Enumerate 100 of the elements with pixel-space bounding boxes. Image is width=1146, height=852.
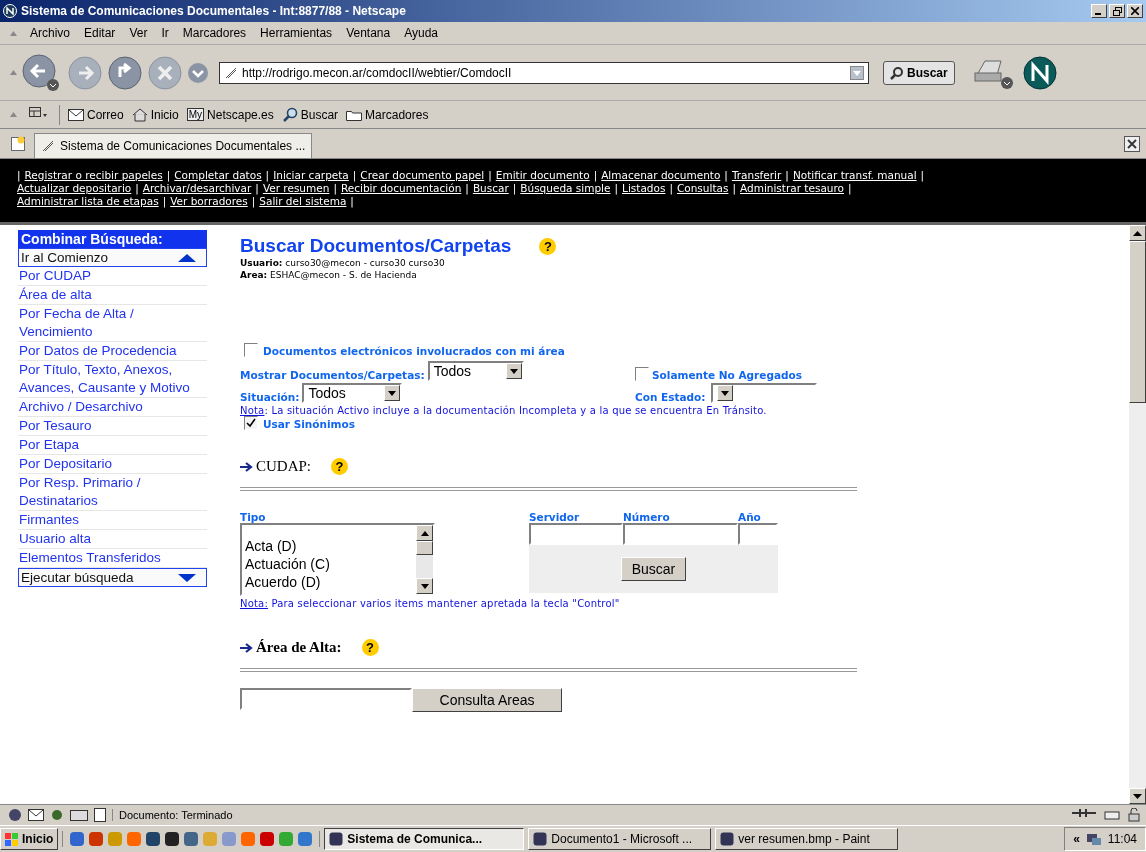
dropdown-icon[interactable] xyxy=(850,65,864,80)
help-icon[interactable]: ? xyxy=(361,639,379,656)
nav-link[interactable]: Iniciar carpeta xyxy=(273,169,349,181)
type-listbox[interactable]: Acta (D) Actuación (C) Acuerdo (D) xyxy=(240,523,435,596)
menu-item[interactable]: Editar xyxy=(83,26,117,40)
collapse-grip-icon[interactable] xyxy=(10,30,17,36)
taskbar-button[interactable]: Sistema de Comunica... xyxy=(324,828,525,850)
app-logo-icon xyxy=(3,4,17,18)
nav-link[interactable]: Consultas xyxy=(676,182,729,194)
start-button[interactable]: Inicio xyxy=(0,828,59,850)
minimize-button[interactable] xyxy=(1091,4,1107,18)
nav-link[interactable]: Salir del sistema xyxy=(259,195,347,207)
list-option[interactable]: Acuerdo (D) xyxy=(245,573,416,591)
nav-link[interactable]: Archivar/desarchivar xyxy=(142,182,252,194)
sidebar-link[interactable]: Por Datos de Procedencia xyxy=(18,342,207,361)
nav-link[interactable]: Completar datos xyxy=(174,169,262,181)
menu-item[interactable]: Herramientas xyxy=(259,26,334,40)
menu-item[interactable]: Ver xyxy=(128,26,149,40)
sidebar-link[interactable]: Por Título, Texto, Anexos, Avances, Causante y Motivo xyxy=(18,361,207,398)
close-tab-icon[interactable] xyxy=(1124,135,1140,152)
separator-text: | xyxy=(593,169,598,181)
history-dropdown-icon[interactable] xyxy=(187,61,209,84)
sidebar-link[interactable]: Por Tesauro xyxy=(18,417,207,436)
help-icon[interactable]: ? xyxy=(539,237,557,255)
execute-search-button[interactable]: Ejecutar búsqueda xyxy=(18,568,207,587)
scroll-down-icon[interactable] xyxy=(420,583,429,589)
bookmark-item[interactable]: Marcadores xyxy=(346,107,429,122)
nav-link[interactable]: Transferir xyxy=(731,169,782,181)
quick-launch-icon[interactable] xyxy=(164,831,181,847)
nav-link[interactable]: Actualizar depositario xyxy=(17,182,132,194)
list-option[interactable]: Acta (D) xyxy=(245,537,416,555)
menu-item[interactable]: Ayuda xyxy=(403,26,439,40)
scroll-thumb[interactable] xyxy=(416,541,433,555)
document-icon[interactable] xyxy=(94,808,106,822)
consult-areas-button[interactable]: Consulta Areas xyxy=(412,688,562,712)
close-button[interactable] xyxy=(1127,4,1143,18)
sidebar-link[interactable]: Por CUDAP xyxy=(18,267,207,286)
sidebar-link[interactable]: Usuario alta xyxy=(18,530,207,549)
search-button[interactable]: Buscar xyxy=(883,60,955,85)
show-dropdown[interactable]: Todos xyxy=(427,361,524,381)
collapse-grip-icon[interactable] xyxy=(10,70,17,75)
sidebar-link[interactable]: Por Depositario xyxy=(18,455,207,474)
menu-item[interactable]: Ir xyxy=(160,26,170,40)
sidebar-link[interactable]: Por Resp. Primario / Destinatarios xyxy=(18,474,207,511)
bookmark-item[interactable]: My Netscape.es xyxy=(186,107,274,122)
scroll-up-icon[interactable] xyxy=(1133,230,1142,236)
bookmark-item[interactable]: Correo xyxy=(68,107,124,122)
year-field[interactable] xyxy=(738,523,778,545)
nav-link[interactable]: Registrar o recibir papeles xyxy=(24,169,163,181)
separator-text: | xyxy=(848,182,852,194)
show-hidden-icons-button[interactable]: « xyxy=(1073,832,1080,846)
nav-link[interactable]: Listados xyxy=(622,182,666,194)
scroll-top-button[interactable]: Ir al Comienzo xyxy=(18,248,207,267)
menu-item[interactable]: Marcadores xyxy=(181,26,248,40)
page-scrollbar[interactable] xyxy=(1129,225,1146,804)
area-field[interactable] xyxy=(240,688,412,710)
menu-item[interactable]: Archivo xyxy=(29,26,71,40)
sidebar-link[interactable]: Por Fecha de Alta / Vencimiento xyxy=(18,305,207,342)
sidebar-link[interactable]: Firmantes xyxy=(18,511,207,530)
nav-link[interactable]: Buscar xyxy=(472,182,509,194)
nav-link[interactable]: Búsqueda simple xyxy=(520,182,611,194)
server-field[interactable] xyxy=(529,523,623,545)
browser-tab[interactable]: Sistema de Comunicaciones Documentales ... xyxy=(34,133,313,158)
page-title: Buscar Documentos/Carpetas xyxy=(240,235,512,257)
bookmark-item[interactable]: Buscar xyxy=(281,106,339,123)
listbox-scrollbar[interactable] xyxy=(416,525,433,594)
search-button[interactable]: Buscar xyxy=(620,557,687,581)
nav-link[interactable]: Administrar tesauro xyxy=(740,182,844,194)
scroll-down-icon[interactable] xyxy=(1133,793,1142,799)
number-field[interactable] xyxy=(623,523,738,545)
nav-link[interactable]: Notificar transf. manual xyxy=(792,169,917,181)
list-option[interactable]: Actuación (C) xyxy=(245,555,416,573)
sidebar-link[interactable]: Por Etapa xyxy=(18,436,207,455)
taskbar-button[interactable]: Documento1 - Microsoft ... xyxy=(528,828,712,850)
network-icon[interactable] xyxy=(1085,832,1102,846)
checkbox[interactable] xyxy=(244,416,258,430)
reload-button-icon[interactable] xyxy=(107,54,143,91)
nav-link[interactable]: Recibir documentación xyxy=(340,182,462,194)
nav-link[interactable]: Administrar lista de etapas xyxy=(17,195,159,207)
new-tab-icon[interactable] xyxy=(10,134,28,153)
help-icon[interactable]: ? xyxy=(331,458,348,475)
url-field[interactable]: http://rodrigo.mecon.ar/comdocII/webtier/ComdocII xyxy=(219,61,869,84)
sidebar-link[interactable]: Archivo / Desarchivo xyxy=(18,398,207,417)
restore-button[interactable] xyxy=(1109,4,1125,18)
situation-dropdown[interactable]: Todos xyxy=(302,383,403,403)
collapse-grip-icon[interactable] xyxy=(10,112,17,117)
nav-link[interactable]: Ver borradores xyxy=(170,195,248,207)
nav-link[interactable]: Almacenar documento xyxy=(601,169,721,181)
taskbar-button[interactable]: ver resumen.bmp - Paint xyxy=(715,828,899,850)
menu-item[interactable]: Ventana xyxy=(345,26,392,40)
sidebar-link[interactable]: Área de alta xyxy=(18,286,207,305)
nav-link[interactable]: Emitir documento xyxy=(495,169,590,181)
nav-link[interactable]: Ver resumen xyxy=(262,182,330,194)
nav-link[interactable]: Crear documento papel xyxy=(360,169,485,181)
quick-launch-icon[interactable] xyxy=(145,831,162,847)
note-link[interactable]: Nota: xyxy=(240,598,269,609)
scroll-thumb[interactable] xyxy=(1129,241,1146,403)
scroll-up-icon[interactable] xyxy=(420,530,429,536)
envelope-icon[interactable] xyxy=(28,809,44,821)
bookmark-item[interactable]: Inicio xyxy=(131,107,179,122)
